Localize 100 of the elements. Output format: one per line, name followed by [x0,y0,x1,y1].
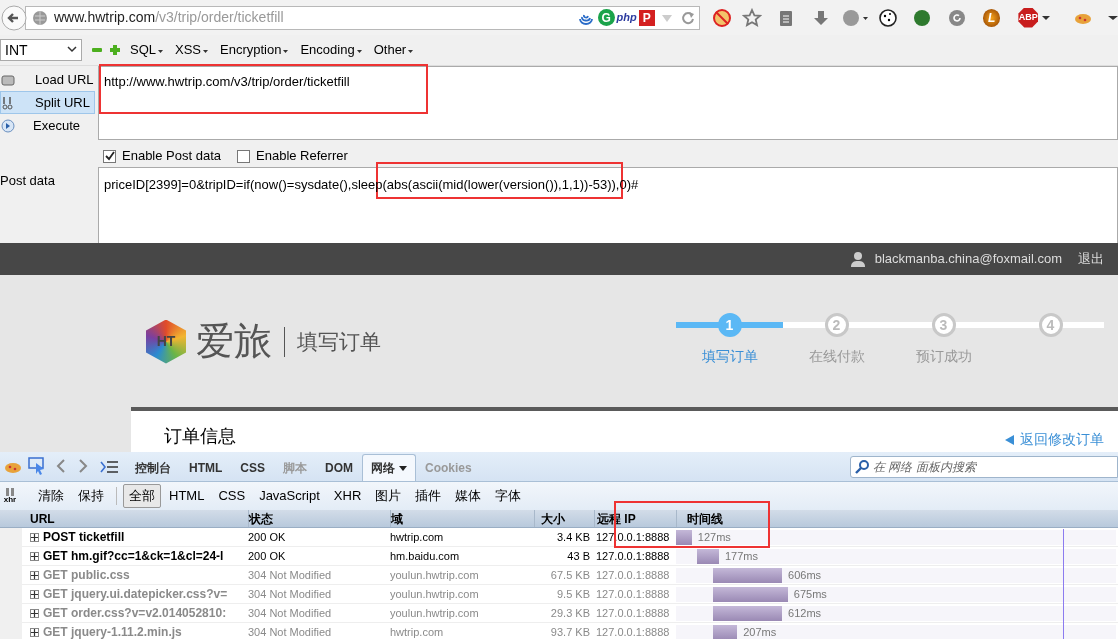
logout-link[interactable]: 退出 [1078,249,1104,269]
filter-button[interactable]: 插件 [409,484,448,508]
menu-item[interactable]: Encoding [298,40,364,60]
menu-item[interactable]: Encryption [218,40,291,60]
type-select[interactable]: INT [0,39,82,61]
url-text[interactable]: www.hwtrip.com/v3/trip/order/ticketfill [54,7,284,28]
request-url[interactable]: GET jquery.ui.datepicker.css?v= [43,585,228,603]
checkbox[interactable] [103,149,116,163]
panel-tab[interactable]: HTML [180,454,232,481]
section-title: 订单信息 [164,425,236,448]
expand-icon[interactable] [30,608,39,618]
table-cell-text: 9.5 KB [555,586,591,602]
table-cell-text: 127.0.0.1:8888 [595,605,671,621]
step-label: 预订成功 [915,347,972,366]
user-icon [850,251,865,267]
step-number: 4 [1038,313,1063,337]
xhr-toggle[interactable]: xhr [0,488,20,504]
table-cell-text: 3.4 KB [555,529,591,545]
filter-button[interactable]: 字体 [489,484,528,508]
table-cell-text: hm.baidu.com [390,548,461,564]
expand-icon[interactable] [30,570,39,580]
caret-icon [283,49,289,54]
command-line-icon[interactable] [100,461,118,473]
step-number: 3 [931,313,956,337]
column-header[interactable]: 时间线 [676,510,1118,527]
forward-icon[interactable] [78,459,88,473]
globe-menu-icon[interactable] [841,7,868,28]
toolbar-button[interactable]: 保持 [72,484,110,508]
table-cell-text: 200 OK [248,529,287,545]
column-header[interactable]: 域 [390,510,534,527]
step-label: 在线付款 [808,347,865,366]
filter-button[interactable]: HTML [163,484,211,508]
orb-icon[interactable] [911,7,932,28]
page-heading: 填写订单 [297,328,381,355]
addon-badge[interactable]: P [638,9,655,26]
toolbar-button[interactable]: 清除 [32,484,70,508]
reload-icon[interactable] [680,10,695,25]
action-item[interactable]: Execute [0,114,95,137]
caret-icon [356,49,362,54]
star-icon[interactable] [741,7,762,28]
plus-icon[interactable] [110,45,120,55]
panel-tab[interactable]: 网络 [362,454,416,481]
table-cell-text: hwtrip.com [390,624,445,639]
table-cell-text: 127.0.0.1:8888 [595,567,671,583]
filter-button[interactable]: 媒体 [449,484,488,508]
filter-button[interactable]: JavaScript [253,484,326,508]
request-url[interactable]: GET public.css [43,566,130,584]
table-cell-text: 304 Not Modified [248,567,333,583]
table-cell-text: 304 Not Modified [248,586,333,602]
panel-tab[interactable]: 控制台 [126,454,180,481]
checkbox-option[interactable]: Enable Post data [103,146,222,166]
request-url[interactable]: GET hm.gif?cc=1&ck=1&cl=24-l [43,547,224,565]
table-cell-text: 127.0.0.1:8888 [595,586,671,602]
column-header[interactable]: 状态 [248,510,390,527]
table-cell-text: 200 OK [248,548,287,564]
caret-icon [399,465,407,471]
adblock-badge[interactable]: ABP [1018,7,1038,28]
action-item[interactable]: Split URL [0,91,95,114]
filter-button[interactable]: XHR [327,484,368,508]
checkbox[interactable] [237,149,251,163]
table-cell-text: 127.0.0.1:8888 [595,548,671,564]
panel-tab[interactable]: DOM [316,454,362,481]
panel-tab[interactable]: CSS [231,454,274,481]
chevron-icon [67,46,77,54]
addon-badge[interactable]: php [616,9,637,26]
expand-icon[interactable] [30,627,39,637]
back-triangle-icon[interactable] [1005,435,1014,445]
request-url[interactable]: GET order.css?v=v2.014052810: [43,604,227,622]
expand-icon[interactable] [30,532,39,542]
expand-icon[interactable] [30,589,39,599]
menu-item[interactable]: SQL [128,40,165,60]
back-link[interactable]: 返回修改订单 [1020,429,1104,450]
blocked-icon[interactable] [711,7,732,28]
column-header[interactable]: 大小 [534,510,594,527]
caret-icon [408,49,414,54]
user-email: blackmanba.china@foxmail.com [874,250,1062,269]
caret-icon [158,49,163,54]
table-cell-text: 304 Not Modified [248,624,333,639]
minus-icon[interactable] [92,45,102,55]
table-cell-text: 29.3 KB [549,605,591,621]
check-icon [104,151,115,161]
filter-button[interactable]: 图片 [369,484,408,508]
cookie-icon[interactable] [877,7,898,28]
back-icon[interactable] [1,4,27,31]
search-field[interactable]: 在 网络 面板内搜索 [850,456,1118,478]
history-icon[interactable] [946,7,967,28]
menu-item[interactable]: XSS [173,40,211,60]
column-header[interactable]: URL [22,510,248,527]
url-field[interactable]: http://www.hwtrip.com/v3/trip/order/ticketfill [98,66,1118,140]
menu-item[interactable]: Other [371,40,416,60]
request-url[interactable]: GET jquery-1.11.2.min.js [43,623,182,639]
table-cell-text: youlun.hwtrip.com [390,586,480,602]
timing-label: 675ms [793,587,827,600]
checkbox-option[interactable]: Enable Referrer [237,146,348,166]
filter-button[interactable]: 全部 [123,484,161,508]
action-item[interactable]: Load URL [0,68,95,91]
request-url[interactable]: POST ticketfill [43,528,125,546]
filter-button[interactable]: CSS [212,484,252,508]
expand-icon[interactable] [30,551,39,561]
table-cell-text: 127.0.0.1:8888 [595,624,671,639]
